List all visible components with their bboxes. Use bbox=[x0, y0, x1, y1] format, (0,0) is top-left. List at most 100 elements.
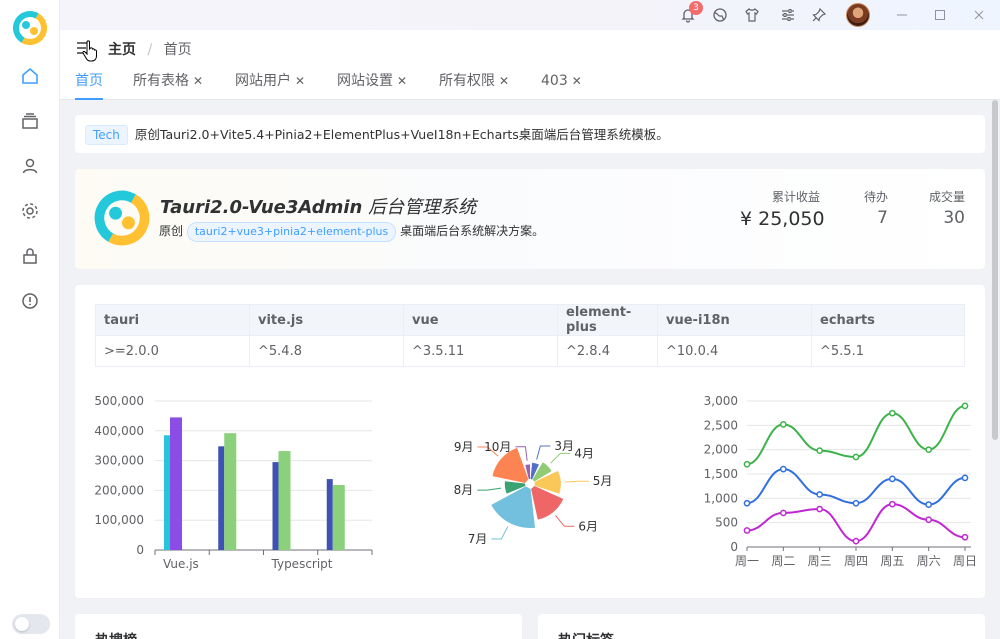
hero-card: Tauri2.0-Vue3Admin 后台管理系统 原创 tauri2+vue3… bbox=[75, 169, 985, 269]
slice-label: 5月 bbox=[593, 474, 613, 488]
data-point bbox=[961, 474, 969, 482]
tab-home[interactable]: 首页 bbox=[75, 65, 103, 100]
tabs-bar: 首页 所有表格 ✕ 网站用户 ✕ 网站设置 ✕ 所有权限 ✕ 403 ✕ bbox=[60, 65, 1000, 100]
table-row: >=2.0.0 ^5.4.8 ^3.5.11 ^2.8.4 ^10.0.4 ^5… bbox=[95, 335, 965, 367]
y-tick-label: 200,000 bbox=[94, 483, 144, 497]
bar bbox=[272, 462, 279, 550]
tab-close-icon[interactable]: ✕ bbox=[572, 74, 582, 88]
x-tick-label: 周四 bbox=[844, 554, 868, 568]
line-chart: 3,0002,5002,0001,5001,0005000周一 周二 周三 周四 周五周… bbox=[704, 394, 977, 568]
slice-label: 10月 bbox=[484, 440, 511, 454]
close-icon bbox=[974, 10, 984, 20]
tab-site-users[interactable]: 网站用户 ✕ bbox=[235, 65, 305, 100]
tab-label: 所有权限 bbox=[439, 73, 495, 89]
tab-label: 所有表格 bbox=[133, 73, 189, 89]
data-point bbox=[816, 491, 824, 498]
layout-settings-button[interactable] bbox=[778, 5, 798, 25]
y-tick-label: 0 bbox=[730, 540, 738, 554]
pin-button[interactable] bbox=[809, 5, 829, 25]
label-line bbox=[477, 487, 502, 491]
theme-toggle[interactable] bbox=[12, 614, 50, 634]
skin-button[interactable] bbox=[742, 5, 762, 25]
tab-label: 网站用户 bbox=[235, 73, 291, 89]
maximize-icon bbox=[935, 10, 945, 20]
sidebar-item-permissions[interactable] bbox=[18, 244, 42, 268]
app-logo[interactable] bbox=[12, 10, 48, 46]
bar-chart: 500,000 400,000 300,000 200,000 100,000 0 Vue.… bbox=[94, 394, 373, 571]
tab-site-settings[interactable]: 网站设置 ✕ bbox=[337, 65, 407, 100]
breadcrumb-home[interactable]: 主页 bbox=[108, 42, 136, 58]
hero-subtitle: 原创 tauri2+vue3+pinia2+element-plus 桌面端后台… bbox=[159, 222, 544, 242]
sidebar-item-settings[interactable] bbox=[18, 199, 42, 223]
data-point bbox=[779, 465, 787, 473]
stat-todo: 待办 7 bbox=[848, 188, 888, 228]
x-tick-label: Typescript bbox=[271, 557, 333, 571]
maximize-button[interactable] bbox=[930, 5, 950, 25]
data-point bbox=[888, 500, 896, 508]
tab-close-icon[interactable]: ✕ bbox=[499, 74, 509, 88]
stat-value: ¥ 25,050 bbox=[740, 208, 825, 230]
hero-logo bbox=[94, 190, 150, 246]
y-tick-label: 1,000 bbox=[704, 491, 738, 505]
y-tick-label: 0 bbox=[136, 543, 144, 557]
tab-403[interactable]: 403 ✕ bbox=[541, 65, 582, 100]
data-point bbox=[779, 509, 787, 517]
x-tick-label: Vue.js bbox=[163, 557, 199, 571]
minimize-button[interactable] bbox=[892, 5, 912, 25]
table-header-cell: vite.js bbox=[249, 304, 404, 336]
label-line bbox=[550, 452, 571, 464]
user-avatar[interactable] bbox=[846, 3, 870, 27]
alert-circle-icon bbox=[22, 293, 38, 309]
tech-tag: Tech bbox=[85, 125, 128, 145]
tab-close-icon[interactable]: ✕ bbox=[397, 74, 407, 88]
data-point bbox=[743, 527, 751, 534]
breadcrumb-separator: / bbox=[147, 42, 153, 58]
y-tick-label: 500,000 bbox=[94, 394, 144, 408]
hero-title-bold: Tauri2.0-Vue3Admin bbox=[160, 197, 363, 218]
label-line bbox=[491, 526, 509, 540]
tab-label: 网站设置 bbox=[337, 73, 393, 89]
y-tick-label: 3,000 bbox=[704, 394, 738, 408]
minimize-icon bbox=[897, 14, 907, 16]
hand-cursor-icon bbox=[82, 40, 97, 62]
data-point bbox=[779, 421, 787, 428]
version-table: tauri vite.js vue element-plus vue-i18n … bbox=[95, 304, 965, 367]
label-line bbox=[536, 445, 551, 460]
close-window-button[interactable] bbox=[969, 5, 989, 25]
lock-icon bbox=[23, 248, 37, 264]
page-scrollbar[interactable] bbox=[992, 100, 998, 440]
table-header-cell: echarts bbox=[811, 304, 965, 336]
breadcrumb-current: 首页 bbox=[163, 42, 192, 58]
label-line bbox=[555, 515, 575, 527]
breadcrumb: 主页 / 首页 bbox=[108, 39, 192, 59]
hero-subtitle-suffix: 桌面端后台系统解决方案。 bbox=[400, 224, 545, 238]
sidebar-item-user[interactable] bbox=[18, 154, 42, 178]
tab-close-icon[interactable]: ✕ bbox=[295, 74, 305, 88]
hot-tags-card: 热门标签 bbox=[538, 614, 985, 639]
data-point bbox=[743, 499, 751, 507]
sliders-icon bbox=[782, 9, 794, 21]
table-header-cell: tauri bbox=[95, 304, 250, 336]
table-header-cell: vue-i18n bbox=[657, 304, 812, 336]
slice-label: 6月 bbox=[578, 519, 598, 533]
language-button[interactable] bbox=[710, 5, 730, 25]
hero-title: Tauri2.0-Vue3Admin 后台管理系统 bbox=[160, 193, 476, 219]
sidebar-item-error[interactable] bbox=[18, 289, 42, 313]
tab-all-permissions[interactable]: 所有权限 ✕ bbox=[439, 65, 509, 100]
bar bbox=[164, 435, 170, 550]
tab-all-tables[interactable]: 所有表格 ✕ bbox=[133, 65, 203, 100]
tab-close-icon[interactable]: ✕ bbox=[193, 74, 203, 88]
stat-label: 成交量 bbox=[928, 190, 965, 204]
sidebar-item-home[interactable] bbox=[18, 64, 42, 88]
sidebar-item-layers[interactable] bbox=[18, 109, 42, 133]
table-cell: ^5.4.8 bbox=[249, 335, 404, 367]
y-tick-label: 1,500 bbox=[704, 467, 738, 481]
stat-revenue: 累计收益 ¥ 25,050 bbox=[740, 188, 825, 230]
hot-search-card: 热搜榜 bbox=[75, 614, 522, 639]
y-tick-label: 300,000 bbox=[94, 454, 144, 468]
slice-label: 7月 bbox=[468, 532, 488, 546]
table-cell: ^5.5.1 bbox=[811, 335, 965, 367]
home-icon bbox=[22, 67, 38, 84]
bar bbox=[218, 446, 225, 550]
card-title: 热门标签 bbox=[558, 630, 614, 639]
